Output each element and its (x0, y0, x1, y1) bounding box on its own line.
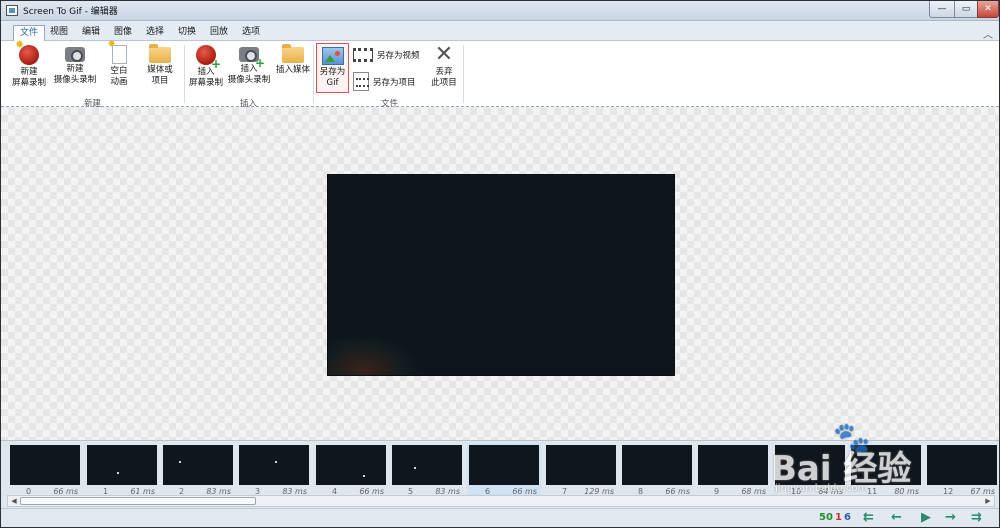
tab-view[interactable]: 视图 (44, 25, 74, 41)
tab-playback[interactable]: 回放 (204, 25, 234, 41)
frame-thumbnail[interactable]: 5 83 ms (390, 443, 464, 497)
insert-media-button[interactable]: 插入媒体 (273, 43, 313, 76)
save-as-gif-label: 另存为 Gif (319, 67, 346, 88)
minimize-button[interactable]: — (929, 1, 955, 18)
frame-image (698, 445, 768, 485)
tab-options[interactable]: 选项 (236, 25, 266, 41)
frame-thumbnail[interactable]: 3 83 ms (237, 443, 311, 497)
new-blank-animation-label: 空白 动画 (110, 66, 128, 87)
next-frame-icon[interactable]: → (945, 510, 956, 525)
frame-image (851, 445, 921, 485)
last-frame-icon[interactable]: ⇉ (971, 510, 982, 525)
blank-page-icon (108, 39, 127, 64)
frame-thumbnail[interactable]: 1 61 ms (85, 443, 159, 497)
folder-icon (149, 44, 171, 63)
frame-thumbnail[interactable]: 8 66 ms (620, 443, 694, 497)
frame-image (775, 445, 845, 485)
timeline-scrollbar[interactable]: ◀ ▶ (7, 495, 995, 507)
save-as-video-button[interactable]: 另存为视频 (353, 48, 420, 62)
frame-thumbnail[interactable]: 11 80 ms (849, 443, 923, 497)
first-frame-icon[interactable]: ⇇ (863, 510, 874, 525)
insert-media-label: 插入媒体 (275, 65, 310, 75)
save-as-gif-button[interactable]: 另存为 Gif (316, 43, 349, 93)
frame-thumbnail[interactable]: 7 129 ms (544, 443, 618, 497)
frame-thumbnail-selected[interactable]: 6 66 ms (467, 443, 541, 497)
discard-x-icon: ✕ (434, 42, 454, 67)
frame-image (316, 445, 386, 485)
current-frame-number: 6 (844, 512, 851, 523)
frame-thumbnail[interactable]: 12 67 ms (925, 443, 999, 497)
tab-transition[interactable]: 切换 (172, 25, 202, 41)
new-media-project-label: 媒体或 项目 (147, 65, 173, 86)
frame-image (87, 445, 157, 485)
frame-image (622, 445, 692, 485)
maximize-button[interactable]: ▭ (954, 1, 978, 18)
frame-image (10, 445, 80, 485)
editor-window: Screen To Gif - 编辑器 — ▭ ✕ 文件 视图 编辑 图像 选择… (0, 0, 1000, 528)
selected-frames-count: 1 (835, 512, 842, 523)
status-bar: 50 1 6 ⇇ ← ▶ → ⇉ (1, 508, 999, 527)
ribbon-panel: 新建 屏幕录制 新建 摄像头录制 空白 动画 媒体或 项目 新建 插入 屏幕录制… (1, 39, 999, 109)
frame-thumbnail[interactable]: 10 84 ms (773, 443, 847, 497)
save-as-project-label: 另存为项目 (373, 77, 416, 88)
scroll-left-icon[interactable]: ◀ (8, 496, 20, 506)
frame-thumbnail[interactable]: 4 66 ms (314, 443, 388, 497)
new-screen-recording-button[interactable]: 新建 屏幕录制 (9, 39, 49, 89)
image-icon (321, 47, 344, 65)
tab-select[interactable]: 选择 (140, 25, 170, 41)
ribbon-separator (463, 45, 464, 103)
new-webcam-recording-button[interactable]: 新建 摄像头录制 (51, 43, 99, 86)
title-bar: Screen To Gif - 编辑器 — ▭ ✕ (1, 1, 999, 21)
film-icon (353, 48, 373, 62)
frame-image (546, 445, 616, 485)
frame-thumbnail[interactable]: 9 68 ms (696, 443, 770, 497)
record-icon (15, 39, 39, 65)
camera-add-icon (239, 47, 265, 69)
new-webcam-recording-label: 新建 摄像头录制 (53, 64, 97, 85)
collapse-ribbon-icon[interactable]: ︿ (983, 26, 993, 41)
previous-frame-icon[interactable]: ← (891, 510, 902, 525)
scrollbar-thumb[interactable] (20, 497, 256, 505)
record-add-icon (196, 45, 221, 70)
frame-thumbnail[interactable]: 2 83 ms (161, 443, 235, 497)
frame-image (469, 445, 539, 485)
new-blank-animation-button[interactable]: 空白 动画 (105, 39, 133, 88)
editor-canvas (1, 108, 999, 440)
folder-icon (282, 44, 304, 63)
new-media-project-button[interactable]: 媒体或 项目 (141, 43, 179, 87)
frame-image (392, 445, 462, 485)
save-as-video-label: 另存为视频 (377, 51, 420, 61)
scroll-right-icon[interactable]: ▶ (982, 496, 994, 506)
camera-icon (65, 47, 85, 62)
discard-project-label: 丢弃 此项目 (431, 67, 457, 88)
ribbon-tabs: 文件 视图 编辑 图像 选择 切换 回放 选项 ︿ (1, 22, 999, 41)
new-screen-recording-label: 新建 屏幕录制 (11, 67, 46, 88)
insert-webcam-recording-button[interactable]: 插入 摄像头录制 (225, 43, 273, 86)
total-frames-count: 50 (819, 512, 833, 523)
insert-screen-recording-button[interactable]: 插入 屏幕录制 (187, 45, 225, 89)
ribbon-separator (184, 45, 185, 103)
frame-image (163, 445, 233, 485)
window-title: Screen To Gif - 编辑器 (23, 7, 118, 17)
frame-image (927, 445, 997, 485)
frame-thumbnail[interactable]: 0 66 ms (8, 443, 82, 497)
ribbon-separator (313, 45, 314, 103)
close-button[interactable]: ✕ (977, 1, 999, 18)
project-file-icon (353, 72, 369, 91)
app-icon (6, 5, 18, 16)
play-icon[interactable]: ▶ (921, 510, 931, 525)
frame-preview-image (327, 174, 675, 376)
discard-project-button[interactable]: ✕ 丢弃 此项目 (428, 42, 460, 89)
frame-image (239, 445, 309, 485)
tab-edit[interactable]: 编辑 (76, 25, 106, 41)
save-as-project-button[interactable]: 另存为项目 (353, 72, 416, 91)
